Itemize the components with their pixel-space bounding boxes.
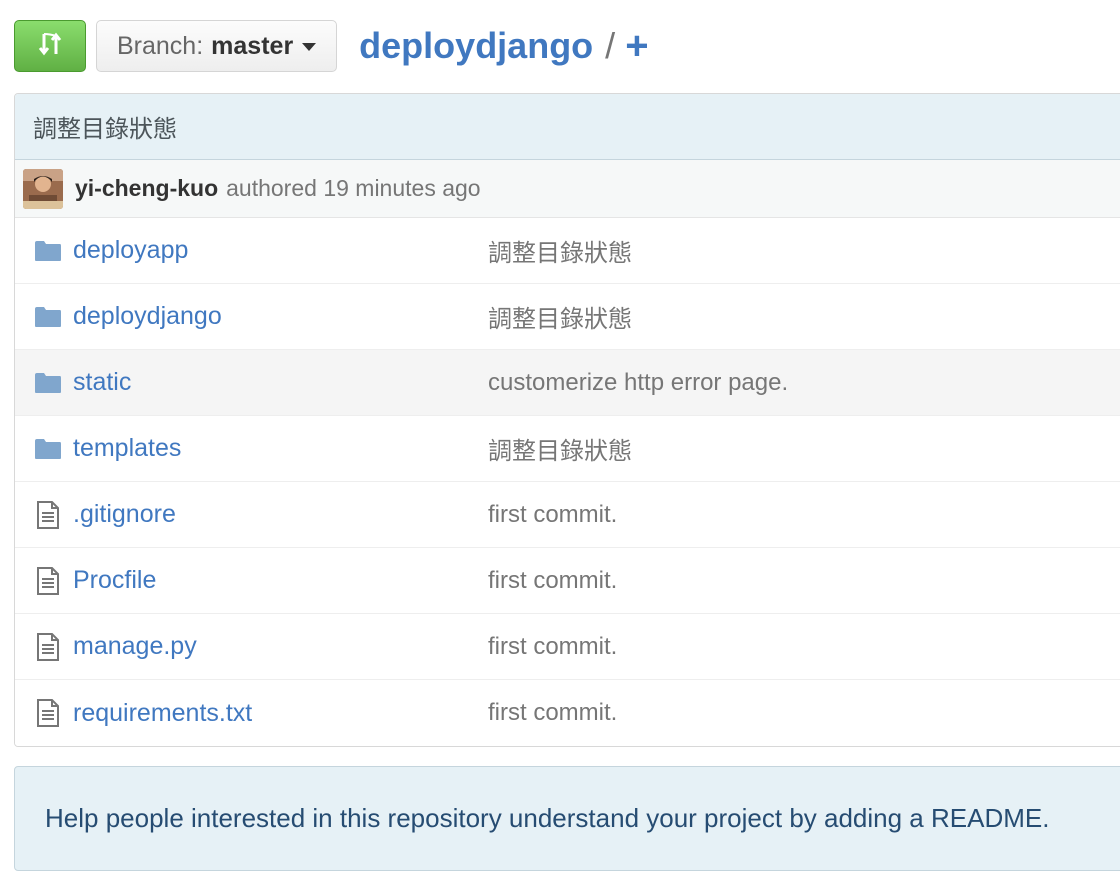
folder-icon xyxy=(33,240,63,262)
file-row[interactable]: Procfile first commit. xyxy=(15,548,1120,614)
repo-toolbar: Branch: master deploydjango / + xyxy=(14,20,649,72)
commit-meta: yi-cheng-kuo authored 19 minutes ago xyxy=(15,160,1120,218)
compare-icon xyxy=(35,29,65,64)
file-name-link[interactable]: deploydjango xyxy=(73,302,488,331)
file-name-link[interactable]: templates xyxy=(73,434,488,463)
branch-selector[interactable]: Branch: master xyxy=(96,20,338,72)
branch-label: Branch: xyxy=(117,31,204,60)
file-row[interactable]: templates 調整目錄狀態 xyxy=(15,416,1120,482)
commit-message-link[interactable]: first commit. xyxy=(488,633,617,661)
file-text-icon xyxy=(33,566,63,595)
folder-icon xyxy=(33,438,63,460)
commit-message-link[interactable]: first commit. xyxy=(488,567,617,595)
file-navigation: 調整目錄狀態 yi-cheng-kuo authored 19 minutes … xyxy=(14,93,1120,747)
commit-author[interactable]: yi-cheng-kuo xyxy=(75,175,218,202)
commit-message-link[interactable]: first commit. xyxy=(488,699,617,727)
file-row[interactable]: deploydjango 調整目錄狀態 xyxy=(15,284,1120,350)
breadcrumb: deploydjango / + xyxy=(359,20,648,72)
file-text-icon xyxy=(33,699,63,727)
file-name-link[interactable]: deployapp xyxy=(73,236,488,265)
file-text-icon xyxy=(33,500,63,529)
folder-icon xyxy=(33,306,63,328)
file-text-icon xyxy=(33,632,63,661)
file-row[interactable]: .gitignore first commit. xyxy=(15,482,1120,548)
commit-message-link[interactable]: 調整目錄狀態 xyxy=(488,431,632,466)
add-file-button[interactable]: + xyxy=(625,20,648,72)
commit-message-link[interactable]: first commit. xyxy=(488,501,617,529)
latest-commit-message[interactable]: 調整目錄狀態 xyxy=(15,94,1120,160)
file-name-link[interactable]: requirements.txt xyxy=(73,699,488,728)
file-name-link[interactable]: .gitignore xyxy=(73,500,488,529)
file-row[interactable]: manage.py first commit. xyxy=(15,614,1120,680)
commit-message-text: 調整目錄狀態 xyxy=(33,116,177,143)
avatar[interactable] xyxy=(23,168,63,209)
compare-button[interactable] xyxy=(14,20,86,72)
readme-prompt: Help people interested in this repositor… xyxy=(14,766,1120,871)
commit-message-link[interactable]: 調整目錄狀態 xyxy=(488,299,632,334)
commit-message-link[interactable]: customerize http error page. xyxy=(488,369,788,397)
repo-name-link[interactable]: deploydjango xyxy=(359,20,593,72)
file-name-link[interactable]: static xyxy=(73,368,488,397)
file-row[interactable]: deployapp 調整目錄狀態 xyxy=(15,218,1120,284)
branch-name: master xyxy=(211,31,294,60)
file-name-link[interactable]: manage.py xyxy=(73,632,488,661)
commit-time: authored 19 minutes ago xyxy=(226,175,481,201)
readme-prompt-text: Help people interested in this repositor… xyxy=(45,803,1050,833)
commit-message-link[interactable]: 調整目錄狀態 xyxy=(488,233,632,268)
file-row[interactable]: requirements.txt first commit. xyxy=(15,680,1120,746)
file-row[interactable]: static customerize http error page. xyxy=(15,350,1120,416)
breadcrumb-separator: / xyxy=(605,25,616,66)
chevron-down-icon xyxy=(302,43,317,51)
file-name-link[interactable]: Procfile xyxy=(73,566,488,595)
folder-icon xyxy=(33,372,63,394)
